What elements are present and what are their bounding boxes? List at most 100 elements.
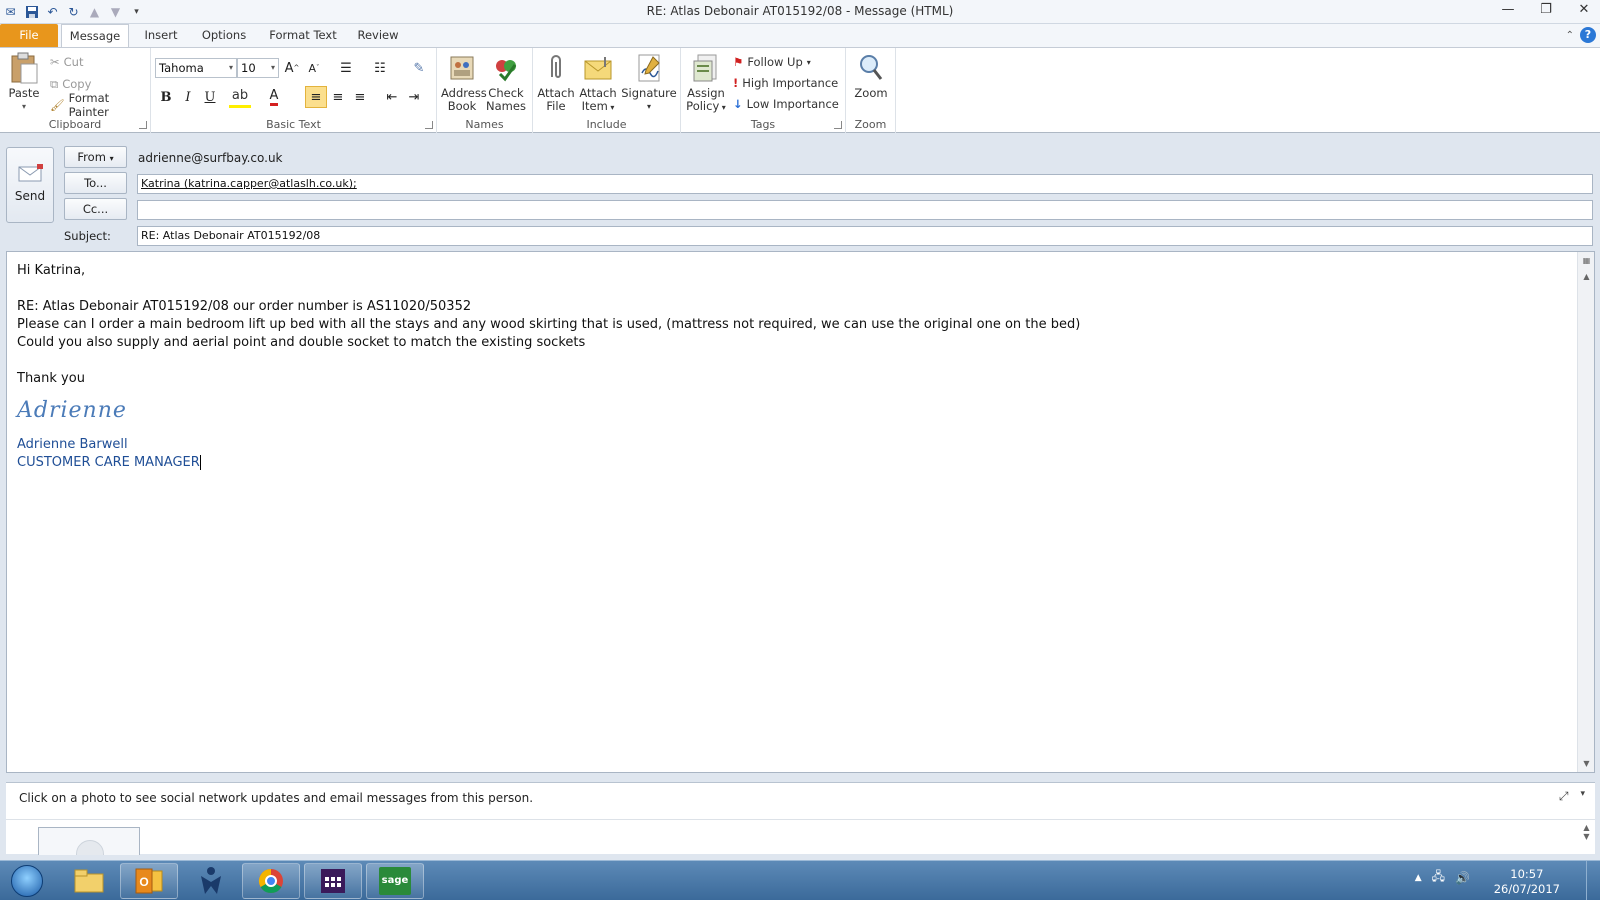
volume-icon[interactable]: 🔊 [1455,871,1470,885]
names-group-label: Names [465,118,504,131]
align-center-icon[interactable]: ≡ [327,86,349,108]
minimize-icon[interactable]: — [1500,2,1516,20]
increase-indent-icon[interactable]: ⇥ [403,86,425,108]
align-right-icon[interactable]: ≡ [349,86,371,108]
signature-button[interactable]: Signature ▾ [621,52,677,113]
font-size-combo[interactable]: 10 ▾ [237,58,279,78]
align-left-icon[interactable]: ≡ [305,86,327,108]
to-recipient[interactable]: Katrina (katrina.capper@atlaslh.co.uk); [141,177,357,190]
zoom-button[interactable]: Zoom [850,52,892,100]
from-button[interactable]: From ▾ [64,146,127,168]
italic-button[interactable]: I [177,86,199,108]
sage-label: sage [381,875,409,886]
follow-up-button[interactable]: ⚑ Follow Up ▾ [733,52,811,72]
tab-message[interactable]: Message [61,24,129,47]
cut-button[interactable]: ✂ Cut [50,52,83,72]
font-name-combo[interactable]: Tahoma ▾ [155,58,237,78]
help-icon[interactable]: ? [1580,27,1596,43]
handwritten-signature: Adrienne [17,398,127,423]
taskbar-sage[interactable]: sage [366,863,424,899]
attach-item-dropdown-icon: ▾ [607,103,615,112]
low-importance-button[interactable]: ↓ Low Importance [733,94,839,114]
people-scroll-up-icon[interactable]: ▲ [1578,823,1595,832]
group-basic-text: Tahoma ▾ 10 ▾ A ^ Aˇ ☰ ☷ ✎ B I U ab A ≡ ≡… [151,48,437,133]
body-line-3: Could you also supply and aerial point a… [17,335,586,350]
scroll-up-icon[interactable]: ▲ [1579,269,1594,284]
taskbar-calculator-app[interactable] [304,863,362,899]
taskbar-explorer[interactable] [60,863,118,899]
people-pane-scrollbar[interactable]: ▲ ▼ [1578,823,1595,853]
bullets-icon[interactable]: ☰ [335,57,357,79]
tab-insert[interactable]: Insert [135,24,187,47]
scroll-down-icon[interactable]: ▼ [1579,756,1594,771]
cc-button[interactable]: Cc... [64,198,127,220]
bold-button[interactable]: B [155,86,177,108]
to-field[interactable]: Katrina (katrina.capper@atlaslh.co.uk); [137,174,1593,194]
decrease-indent-icon[interactable]: ⇤ [381,86,403,108]
network-icon[interactable]: 🖧 [1432,867,1445,888]
attach-item-button[interactable]: Attach Item ▾ [577,52,619,114]
address-book-button[interactable]: Address Book [441,52,487,113]
include-group-label: Include [586,118,627,131]
collapse-pane-icon[interactable]: ▾ [1580,789,1585,804]
signature-dropdown-icon: ▾ [646,102,651,111]
start-button[interactable] [4,863,50,899]
send-button[interactable]: Send [6,147,54,223]
clipboard-group-label: Clipboard [48,118,102,131]
minimize-ribbon-icon[interactable]: ⌃ [1566,30,1574,41]
tab-review[interactable]: Review [351,24,405,47]
assign-policy-dropdown-icon: ▾ [719,103,726,112]
send-label: Send [14,189,46,203]
tags-dialog-launcher[interactable] [834,121,842,129]
tab-options[interactable]: Options [193,24,255,47]
person-silhouette-icon [76,840,104,855]
expand-pane-icon[interactable]: ⤢ [1559,789,1569,804]
to-button[interactable]: To... [64,172,127,194]
tray-expand-icon[interactable]: ▲ [1415,873,1422,883]
thanks-line: Thank you [17,371,85,386]
format-painter-button[interactable]: 🖌 Format Painter [50,91,150,119]
clipboard-dialog-launcher[interactable] [139,121,147,129]
tab-file[interactable]: File [0,24,58,47]
people-scroll-down-icon[interactable]: ▼ [1578,832,1595,841]
message-body[interactable]: Hi Katrina, RE: Atlas Debonair AT015192/… [6,251,1595,773]
signature-title-line: CUSTOMER CARE MANAGER [17,454,1080,472]
cc-field[interactable] [137,200,1593,220]
tab-format-text[interactable]: Format Text [263,24,343,47]
signature-icon [633,52,665,84]
font-color-button[interactable]: A [263,86,285,108]
body-line-2: Please can I order a main bedroom lift u… [17,317,1081,332]
high-importance-button[interactable]: ! High Importance [733,73,838,93]
paste-button[interactable]: Paste ▾ [6,52,42,113]
people-app-icon [201,867,221,894]
group-tags: Assign Policy ▾ ⚑ Follow Up ▾ ! High Imp… [681,48,846,133]
assign-policy-button[interactable]: Assign Policy ▾ [685,52,727,114]
check-names-button[interactable]: Check Names [485,52,527,113]
highlight-icon[interactable]: ab [229,86,251,108]
clock[interactable]: 10:57 26/07/2017 [1494,867,1560,897]
show-desktop-button[interactable] [1586,861,1600,900]
group-names: Address Book Check Names Names [437,48,533,133]
body-scrollbar[interactable]: ▦ ▲ ▼ [1577,252,1594,772]
ruler-toggle-icon[interactable]: ▦ [1579,253,1594,268]
clear-formatting-icon[interactable]: ✎ [408,57,430,79]
numbering-icon[interactable]: ☷ [369,57,391,79]
contact-photo[interactable] [38,827,140,855]
close-icon[interactable]: ✕ [1576,2,1592,20]
shrink-font-icon[interactable]: Aˇ [303,57,325,79]
attach-file-button[interactable]: Attach File [535,52,577,113]
ribbon-right-controls: ⌃ ? [1566,27,1596,43]
taskbar-outlook[interactable]: O [120,863,178,899]
cut-label: Cut [63,55,84,69]
grow-font-icon[interactable]: A ^ [281,57,303,79]
paste-label: Paste [8,86,40,100]
font-name-value: Tahoma [159,61,204,75]
taskbar-chrome[interactable] [242,863,300,899]
subject-field[interactable]: RE: Atlas Debonair AT015192/08 [137,226,1593,246]
basic-text-group-label: Basic Text [266,118,321,131]
address-book-icon [446,52,478,84]
underline-button[interactable]: U [199,86,221,108]
restore-icon[interactable]: ❐ [1538,2,1554,20]
taskbar-people-app[interactable] [182,863,240,899]
basic-text-dialog-launcher[interactable] [425,121,433,129]
